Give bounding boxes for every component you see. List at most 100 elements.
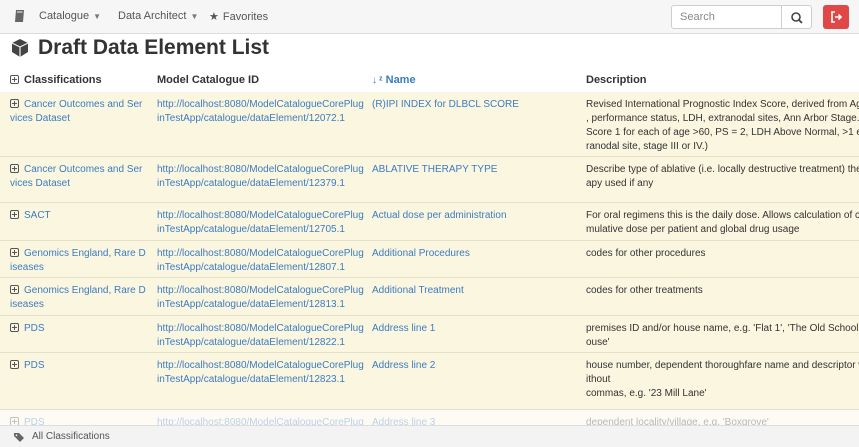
model-catalogue-id-text: inTestApp/catalogue/dataElement/12807.1: [157, 262, 345, 273]
classification-link[interactable]: SACT: [24, 210, 51, 221]
data-element-name-link[interactable]: Address line 2: [372, 359, 577, 373]
classification-text[interactable]: PDS: [10, 359, 150, 373]
model-catalogue-id-text: inTestApp/catalogue/dataElement/12072.1: [157, 113, 345, 124]
classification-cell[interactable]: PDS: [10, 359, 150, 373]
classification-text[interactable]: Cancer Outcomes and Ser: [10, 163, 150, 177]
data-element-name-link[interactable]: ABLATIVE THERAPY TYPE: [372, 163, 577, 177]
classification-cell[interactable]: Cancer Outcomes and Ser vices Dataset: [10, 98, 150, 126]
classification-text[interactable]: Genomics England, Rare D: [10, 284, 150, 298]
table-row[interactable]: Genomics England, Rare D iseases http://lo…: [0, 241, 859, 278]
classification-link[interactable]: Cancer Outcomes and Ser: [24, 99, 142, 110]
sign-out-icon: [831, 11, 843, 23]
model-catalogue-id-text: inTestApp/catalogue/dataElement/12705.1: [157, 224, 345, 235]
header-name[interactable]: ↓ ᶻ Name: [372, 74, 416, 86]
expand-icon[interactable]: [10, 99, 19, 108]
expand-icon[interactable]: [10, 164, 19, 173]
expand-icon[interactable]: [10, 248, 19, 257]
model-catalogue-id-text: http://localhost:8080/ModelCatalogueCore…: [157, 360, 364, 371]
page-title-text: Draft Data Element List: [38, 36, 270, 59]
search-input[interactable]: [671, 5, 782, 29]
description-text: ranodal site, stage III or IV.): [586, 141, 708, 152]
data-element-name-link[interactable]: Additional Procedures: [372, 247, 577, 261]
classification-text[interactable]: PDS: [10, 322, 150, 336]
description-cell: codes for other procedures: [586, 247, 859, 261]
description-cell: premises ID and/or house name, e.g. 'Fla…: [586, 322, 859, 350]
description-text: ithout: [586, 374, 611, 385]
model-catalogue-id-text: http://localhost:8080/ModelCatalogueCore…: [157, 210, 364, 221]
top-navbar: Catalogue ▼ Data Architect ▼ ★ Favorites: [0, 0, 859, 34]
classification-cell[interactable]: Genomics England, Rare D iseases: [10, 247, 150, 275]
header-classifications[interactable]: Classifications: [10, 74, 102, 86]
expand-icon[interactable]: [10, 285, 19, 294]
cube-icon: [11, 39, 29, 57]
expand-icon[interactable]: [10, 210, 19, 219]
data-architect-menu[interactable]: Data Architect ▼: [118, 10, 198, 22]
classification-cell[interactable]: PDS: [10, 322, 150, 336]
page-title: Draft Data Element List: [10, 36, 269, 62]
model-catalogue-id-text: http://localhost:8080/ModelCatalogueCore…: [157, 323, 364, 334]
catalogue-menu[interactable]: Catalogue ▼: [39, 10, 101, 22]
model-catalogue-id-link[interactable]: http://localhost:8080/ModelCatalogueCore…: [157, 284, 367, 312]
search-button[interactable]: [782, 5, 812, 29]
caret-down-icon: ▼: [190, 12, 199, 21]
classification-cell[interactable]: SACT: [10, 209, 150, 223]
classification-text[interactable]: vices Dataset: [10, 177, 150, 191]
model-catalogue-id-link[interactable]: http://localhost:8080/ModelCatalogueCore…: [157, 247, 367, 275]
classification-link[interactable]: PDS: [24, 360, 45, 371]
data-element-name-link[interactable]: Address line 1: [372, 322, 577, 336]
book-icon[interactable]: [14, 9, 26, 24]
header-name-label: Name: [385, 74, 416, 86]
description-cell: Revised International Prognostic Index S…: [586, 98, 859, 154]
description-cell: For oral regimens this is the daily dose…: [586, 209, 859, 237]
table-header: Classifications Model Catalogue ID ↓ ᶻ Na…: [0, 66, 859, 94]
table-row[interactable]: PDS http://localhost:8080/ModelCatalogueC…: [0, 316, 859, 353]
description-text: apy used if any: [586, 178, 654, 189]
model-catalogue-id-link[interactable]: http://localhost:8080/ModelCatalogueCore…: [157, 163, 367, 191]
description-text: codes for other procedures: [586, 248, 706, 259]
model-catalogue-id-text: http://localhost:8080/ModelCatalogueCore…: [157, 164, 364, 175]
header-classifications-label: Classifications: [24, 74, 102, 86]
sort-alpha-icon: ↓ ᶻ: [372, 75, 383, 86]
model-catalogue-id-link[interactable]: http://localhost:8080/ModelCatalogueCore…: [157, 322, 367, 350]
classification-text[interactable]: Genomics England, Rare D: [10, 247, 150, 261]
table-row[interactable]: Genomics England, Rare D iseases http://lo…: [0, 278, 859, 316]
table-row[interactable]: Cancer Outcomes and Ser vices Dataset http…: [0, 157, 859, 203]
classification-link[interactable]: Genomics England, Rare D: [24, 248, 146, 259]
data-element-name-link[interactable]: (R)IPI INDEX for DLBCL SCORE: [372, 98, 577, 112]
model-catalogue-id-link[interactable]: http://localhost:8080/ModelCatalogueCore…: [157, 209, 367, 237]
header-description: Description: [586, 74, 647, 86]
classification-text[interactable]: vices Dataset: [10, 112, 150, 126]
expand-icon[interactable]: [10, 360, 19, 369]
classification-cell[interactable]: Cancer Outcomes and Ser vices Dataset: [10, 163, 150, 191]
model-catalogue-id-link[interactable]: http://localhost:8080/ModelCatalogueCore…: [157, 98, 367, 126]
description-cell: codes for other treatments: [586, 284, 859, 298]
description-text: Describe type of ablative (i.e. locally …: [586, 164, 859, 175]
table-row[interactable]: SACT http://localhost:8080/ModelCatalogue…: [0, 203, 859, 241]
model-catalogue-id-text: http://localhost:8080/ModelCatalogueCore…: [157, 248, 364, 259]
classification-text[interactable]: SACT: [10, 209, 150, 223]
classification-link[interactable]: PDS: [24, 323, 45, 334]
expand-icon[interactable]: [10, 323, 19, 332]
favorites-link[interactable]: ★ Favorites: [209, 10, 268, 23]
data-element-name-link[interactable]: Additional Treatment: [372, 284, 577, 298]
expand-icon: [10, 75, 19, 84]
classification-link[interactable]: Cancer Outcomes and Ser: [24, 164, 142, 175]
search-icon: [791, 12, 803, 24]
all-classifications-link[interactable]: All Classifications: [32, 431, 110, 442]
classification-cell[interactable]: Genomics England, Rare D iseases: [10, 284, 150, 312]
table-row[interactable]: PDS http://localhost:8080/ModelCatalogueC…: [0, 353, 859, 410]
description-text: For oral regimens this is the daily dose…: [586, 210, 859, 221]
classification-text[interactable]: iseases: [10, 298, 150, 312]
logout-button[interactable]: [823, 5, 849, 29]
header-model-catalogue-id: Model Catalogue ID: [157, 74, 260, 86]
description-text: commas, e.g. '23 Mill Lane': [586, 388, 707, 399]
classification-text[interactable]: Cancer Outcomes and Ser: [10, 98, 150, 112]
description-text: , performance status, LDH, extranodal si…: [586, 113, 859, 124]
model-catalogue-id-link[interactable]: http://localhost:8080/ModelCatalogueCore…: [157, 359, 367, 387]
classification-link[interactable]: Genomics England, Rare D: [24, 285, 146, 296]
data-element-name-link[interactable]: Actual dose per administration: [372, 209, 577, 223]
classification-text[interactable]: iseases: [10, 261, 150, 275]
table-row[interactable]: Cancer Outcomes and Ser vices Dataset http…: [0, 92, 859, 157]
model-catalogue-id-text: http://localhost:8080/ModelCatalogueCore…: [157, 99, 364, 110]
favorites-label: Favorites: [222, 11, 269, 23]
